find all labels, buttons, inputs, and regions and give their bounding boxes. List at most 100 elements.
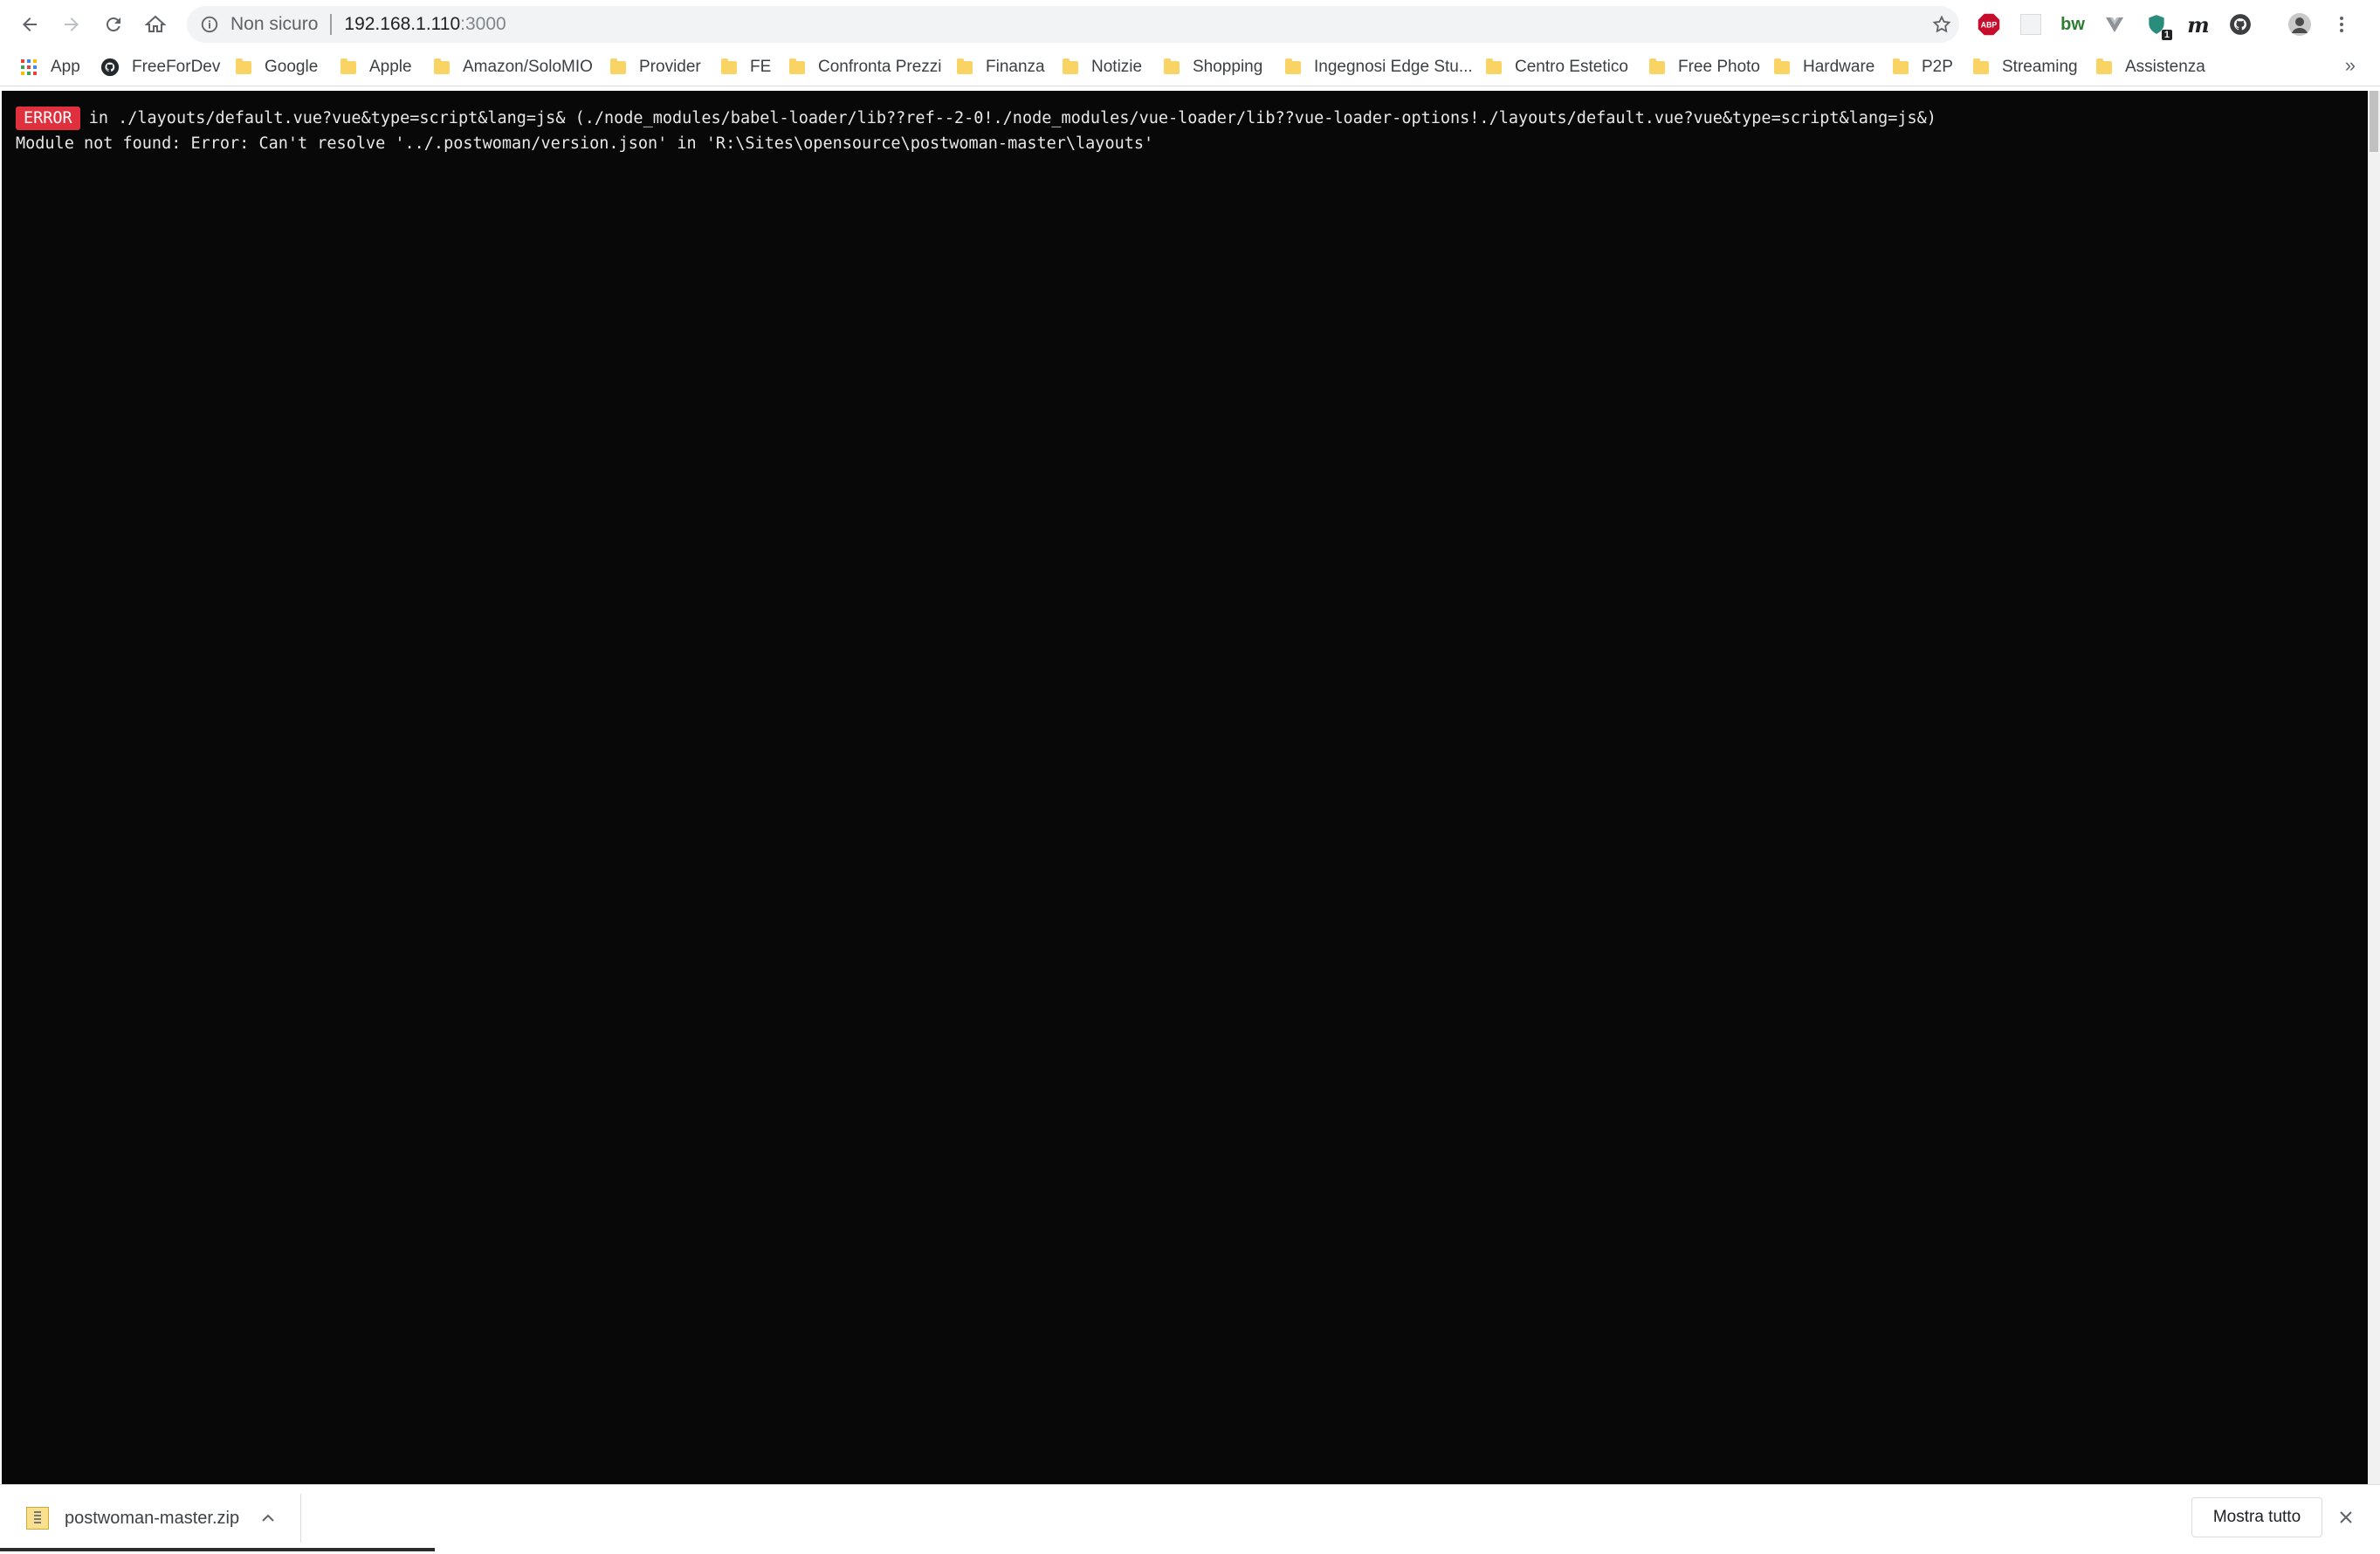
folder-icon bbox=[1774, 58, 1790, 74]
error-message: Module not found: Error: Can't resolve '… bbox=[16, 134, 1154, 153]
bookmark-folder-apple[interactable]: Apple bbox=[340, 54, 412, 80]
error-badge: ERROR bbox=[16, 107, 80, 130]
bookmark-label: App bbox=[51, 58, 80, 76]
vue-logo-icon bbox=[2106, 17, 2123, 32]
address-bar[interactable]: Non sicuro 192.168.1.110:3000 bbox=[187, 6, 1959, 43]
bookmarks-bar: App FreeForDev Google Apple Amazon/SoloM… bbox=[0, 49, 2380, 86]
bookmark-folder-amazon[interactable]: Amazon/SoloMIO bbox=[434, 54, 593, 80]
bookmark-label: Amazon/SoloMIO bbox=[463, 58, 593, 76]
avatar-icon bbox=[2288, 13, 2311, 36]
folder-icon bbox=[789, 58, 805, 74]
show-all-downloads-button[interactable]: Mostra tutto bbox=[2191, 1497, 2322, 1537]
folder-icon bbox=[721, 58, 737, 74]
bookmark-freefordev[interactable]: FreeForDev bbox=[100, 54, 220, 80]
reload-button[interactable] bbox=[96, 8, 131, 41]
bookmark-folder-hardware[interactable]: Hardware bbox=[1774, 54, 1874, 80]
apps-grid-icon bbox=[21, 59, 37, 75]
github-icon bbox=[2230, 14, 2251, 35]
folder-icon bbox=[340, 58, 356, 74]
bookmarks-overflow-chevron-icon[interactable]: » bbox=[2345, 54, 2356, 77]
bookmark-label: FreeForDev bbox=[132, 58, 221, 76]
bookmark-folder-free-photo[interactable]: Free Photo bbox=[1649, 54, 1760, 80]
folder-icon bbox=[434, 58, 450, 74]
bookmark-folder-notizie[interactable]: Notizie bbox=[1063, 54, 1142, 80]
m-extension[interactable]: m bbox=[2184, 10, 2212, 38]
bookmark-folder-p2p[interactable]: P2P bbox=[1893, 54, 1953, 80]
profile-avatar[interactable] bbox=[2286, 10, 2314, 38]
folder-icon bbox=[1649, 58, 1665, 74]
bookmark-label: Centro Estetico bbox=[1515, 58, 1628, 76]
bookmark-label: Ingegnosi Edge Stu... bbox=[1314, 58, 1473, 76]
folder-icon bbox=[1973, 58, 1989, 74]
error-location: in ./layouts/default.vue?vue&type=script… bbox=[88, 109, 1936, 127]
kebab-menu-icon bbox=[2340, 17, 2343, 32]
bookmark-folder-provider[interactable]: Provider bbox=[610, 54, 701, 80]
bw-extension-label: bw bbox=[2060, 14, 2085, 34]
bw-extension[interactable]: bw bbox=[2059, 10, 2087, 38]
forward-button[interactable] bbox=[54, 8, 89, 41]
m-extension-label: m bbox=[2187, 11, 2210, 38]
bookmark-label: Finanza bbox=[986, 58, 1045, 76]
adblock-plus-extension[interactable]: ABP bbox=[1975, 10, 2003, 38]
zip-file-icon bbox=[26, 1507, 49, 1530]
home-icon bbox=[145, 15, 166, 32]
download-progress-bar bbox=[0, 1548, 435, 1551]
bookmark-folder-assistenza[interactable]: Assistenza bbox=[2096, 54, 2205, 80]
folder-icon bbox=[957, 58, 973, 74]
download-item[interactable]: postwoman-master.zip bbox=[12, 1494, 301, 1543]
home-button[interactable] bbox=[138, 8, 173, 41]
github-extension[interactable] bbox=[2226, 10, 2254, 38]
adblock-plus-icon: ABP bbox=[1978, 13, 2000, 36]
bookmark-folder-fe[interactable]: FE bbox=[721, 54, 771, 80]
chevron-up-icon[interactable] bbox=[260, 1510, 276, 1526]
bookmark-label: Hardware bbox=[1803, 58, 1875, 76]
error-overlay: ERROR in ./layouts/default.vue?vue&type=s… bbox=[2, 91, 2368, 1484]
bookmark-folder-shopping[interactable]: Shopping bbox=[1164, 54, 1262, 80]
bookmark-label: Free Photo bbox=[1678, 58, 1760, 76]
folder-icon bbox=[1486, 58, 1502, 74]
error-location-line: ERROR in ./layouts/default.vue?vue&type=s… bbox=[16, 107, 1936, 130]
vue-devtools-extension[interactable] bbox=[2101, 10, 2129, 38]
shield-extension[interactable]: 1 bbox=[2143, 10, 2172, 40]
bookmark-star-icon[interactable] bbox=[1931, 14, 1952, 35]
github-icon bbox=[100, 58, 120, 77]
browser-toolbar: Non sicuro 192.168.1.110:3000 ABP bw 1 m bbox=[0, 0, 2380, 49]
blank-extension[interactable] bbox=[2017, 10, 2045, 38]
bookmark-folder-ingegnosi[interactable]: Ingegnosi Edge Stu... bbox=[1285, 54, 1473, 80]
bookmark-label: Assistenza bbox=[2125, 58, 2205, 76]
page-scrollbar[interactable] bbox=[2368, 91, 2380, 1484]
bookmark-label: Streaming bbox=[2002, 58, 2078, 76]
scrollbar-thumb[interactable] bbox=[2370, 91, 2378, 152]
forward-arrow-icon bbox=[65, 17, 79, 31]
url-port: :3000 bbox=[460, 14, 506, 34]
security-status-label: Non sicuro bbox=[230, 14, 319, 34]
bookmark-folder-centro-estetico[interactable]: Centro Estetico bbox=[1486, 54, 1628, 80]
bookmark-app[interactable]: App bbox=[21, 54, 80, 80]
bookmark-folder-google[interactable]: Google bbox=[236, 54, 318, 80]
bookmark-label: Confronta Prezzi bbox=[818, 58, 942, 76]
reload-icon bbox=[106, 17, 120, 32]
folder-icon bbox=[236, 58, 251, 74]
folder-icon bbox=[1893, 58, 1909, 74]
bookmark-label: Google bbox=[265, 58, 319, 76]
close-icon[interactable] bbox=[2335, 1507, 2356, 1528]
bookmark-label: Provider bbox=[639, 58, 701, 76]
bookmark-label: Apple bbox=[369, 58, 412, 76]
download-shelf: postwoman-master.zip bbox=[0, 1484, 2380, 1554]
folder-icon bbox=[610, 58, 626, 74]
bookmark-folder-streaming[interactable]: Streaming bbox=[1973, 54, 2078, 80]
bookmark-folder-confronta-prezzi[interactable]: Confronta Prezzi bbox=[789, 54, 942, 80]
menu-button[interactable] bbox=[2328, 10, 2356, 38]
bookmark-folder-finanza[interactable]: Finanza bbox=[957, 54, 1045, 80]
folder-icon bbox=[1063, 58, 1078, 74]
folder-icon bbox=[1164, 58, 1180, 74]
url-host: 192.168.1.110 bbox=[344, 14, 461, 34]
info-icon[interactable] bbox=[199, 14, 220, 35]
folder-icon bbox=[2096, 58, 2112, 74]
bookmark-label: P2P bbox=[1922, 58, 1953, 76]
back-arrow-icon bbox=[23, 17, 37, 31]
back-button[interactable] bbox=[12, 8, 47, 41]
extension-badge: 1 bbox=[2161, 30, 2172, 40]
bookmark-label: Shopping bbox=[1193, 58, 1263, 76]
bookmark-label: Notizie bbox=[1091, 58, 1143, 76]
